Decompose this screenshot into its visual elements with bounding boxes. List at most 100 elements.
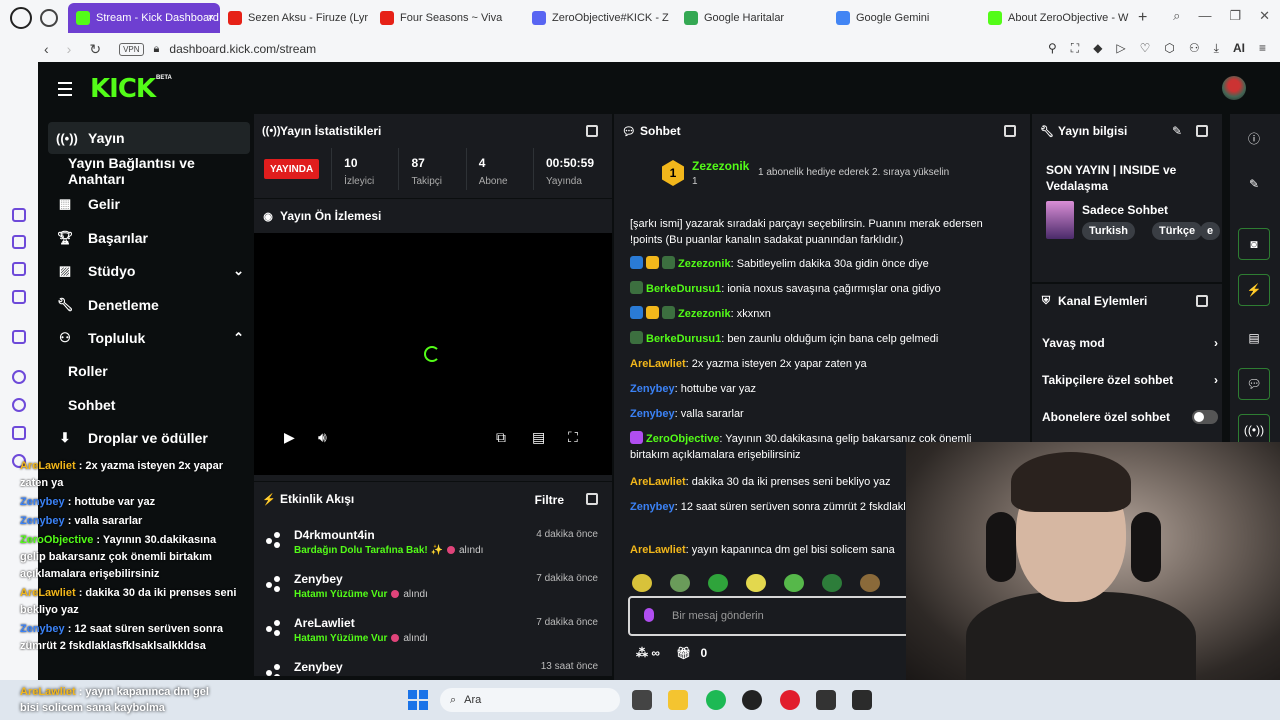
user-avatar[interactable] (1222, 76, 1246, 100)
feed-item[interactable]: Zenybey 7 dakika önce Hatamı Yüzüme Vur alı… (254, 568, 612, 612)
player-icon[interactable] (12, 370, 26, 384)
chat-username[interactable]: BerkeDurusu1 (646, 333, 721, 345)
new-tab-icon[interactable]: + (1138, 9, 1147, 27)
slow-mode-row[interactable]: Yavaş mod › (1042, 336, 1218, 350)
points-icon[interactable]: ⁂ ∞ (636, 646, 660, 660)
chat-username[interactable]: AreLawliet (630, 544, 686, 556)
nav-item[interactable]: ((•)) Yayın (48, 122, 250, 154)
theater-mode-icon[interactable]: ▤ (532, 429, 545, 446)
taskbar-search[interactable]: ⌕ Ara (440, 688, 620, 712)
nav-item[interactable]: ▦ Gelir (48, 188, 250, 220)
edit-icon[interactable]: ✎ (1172, 124, 1182, 138)
snapshot-icon[interactable]: ⛶ (1071, 41, 1079, 56)
chat-message[interactable]: Zenybey: hottube var yaz (630, 381, 1002, 397)
camera-icon[interactable]: ◙ (1238, 228, 1270, 260)
sidebar-app-icon[interactable] (12, 262, 26, 276)
emote-icon[interactable] (860, 574, 880, 592)
history-icon[interactable] (12, 398, 26, 412)
video-player[interactable]: ▶ 🔊︎ ⧉ ▤ ⛶ (254, 233, 612, 475)
feed-item[interactable]: Zenybey 13 saat önce (254, 656, 612, 676)
play-icon[interactable]: ▷ (1116, 41, 1125, 56)
browser-tab[interactable]: Google Haritalar (676, 3, 828, 33)
app-icon[interactable] (852, 690, 872, 710)
extensions-icon[interactable]: ⬡ (1164, 41, 1174, 56)
search-tabs-icon[interactable]: ⌕ (1173, 8, 1180, 24)
subscribers-only-toggle[interactable] (1192, 410, 1218, 424)
chat-message[interactable]: Zezezonik: xkxnxn (630, 306, 1002, 322)
shield-icon[interactable]: ◆ (1093, 41, 1102, 56)
nav-item[interactable]: 🔧︎ Denetleme (48, 289, 250, 321)
popout-icon[interactable] (586, 125, 598, 137)
popout-icon[interactable] (1196, 125, 1208, 137)
followers-only-row[interactable]: Takipçilere özel sohbet › (1042, 373, 1218, 387)
top-gifter-banner[interactable]: 1 Zezezonik 1 1 abonelik hediye ederek 2… (614, 148, 1018, 196)
browser-tab[interactable]: Sezen Aksu - Firuze (Lyr (220, 3, 372, 33)
heart-icon[interactable]: ♡ (1140, 41, 1151, 56)
emote-icon[interactable] (746, 574, 766, 592)
tag[interactable]: Türkçe (1152, 222, 1203, 240)
chat-username[interactable]: BerkeDurusu1 (646, 283, 721, 295)
chat-message[interactable]: Zenybey: valla sararlar (630, 406, 1002, 422)
emote-icon[interactable] (784, 574, 804, 592)
document-icon[interactable]: ▤ (1238, 322, 1270, 354)
twitch-icon[interactable] (12, 330, 26, 344)
chat-username[interactable]: Zenybey (630, 501, 675, 513)
lightning-icon[interactable]: ⚡ (1238, 274, 1270, 306)
volume-icon[interactable]: 🔊︎ (318, 429, 327, 446)
emote-icon[interactable] (822, 574, 842, 592)
feed-item[interactable]: D4rkmount4in 4 dakika önce Bardağın Dolu T… (254, 524, 612, 568)
app-icon[interactable] (742, 690, 762, 710)
vpn-badge[interactable]: VPN (119, 42, 144, 56)
browser-tab[interactable]: About ZeroObjective - W (980, 3, 1132, 33)
minimize-icon[interactable]: — (1198, 8, 1211, 24)
feed-user[interactable]: Zenybey (294, 572, 343, 586)
feed-user[interactable]: Zenybey (294, 660, 343, 674)
nav-item[interactable]: Roller (48, 355, 250, 387)
sidebar-app-icon[interactable] (12, 208, 26, 222)
chevron-up-icon[interactable]: ⌃ (233, 330, 244, 346)
nav-item[interactable]: Yayın Bağlantısı ve Anahtarı (48, 155, 250, 187)
kick-logo[interactable]: KICK (90, 74, 156, 104)
sidebar-app-icon[interactable] (12, 235, 26, 249)
opera-icon[interactable] (780, 690, 800, 710)
lock-icon[interactable]: 🔒︎ (154, 43, 160, 56)
popout-icon[interactable] (1196, 295, 1208, 307)
opera-logo-icon[interactable] (10, 7, 32, 29)
info-icon[interactable]: ⓘ (1238, 122, 1270, 154)
sidebar-app-icon[interactable] (12, 290, 26, 304)
emote-icon[interactable] (670, 574, 690, 592)
chat-username[interactable]: ZeroObjective (646, 433, 719, 445)
chat-username[interactable]: Zenybey (630, 408, 675, 420)
chat-message[interactable]: BerkeDurusu1: ben zaunlu olduğum için ba… (630, 331, 1002, 347)
feed-user[interactable]: D4rkmount4in (294, 528, 375, 542)
chat-message[interactable]: Zezezonik: Sabitleyelim dakika 30a gidin… (630, 256, 1002, 272)
menu-icon[interactable]: ≡ (1259, 41, 1266, 56)
spotify-icon[interactable] (706, 690, 726, 710)
chevron-down-icon[interactable]: ⌄ (233, 263, 244, 279)
start-icon[interactable] (408, 690, 428, 710)
chat-message[interactable]: AreLawliet: 2x yazma isteyen 2x yapar za… (630, 356, 1002, 372)
browser-tab[interactable]: Four Seasons ~ Viva (372, 3, 524, 33)
tag[interactable]: e (1200, 222, 1221, 240)
chat-message[interactable]: BerkeDurusu1: ionia noxus savaşına çağır… (630, 281, 1002, 297)
chat-username[interactable]: Zezezonik (678, 258, 731, 270)
gifter-name[interactable]: Zezezonik (692, 159, 749, 173)
chat-message[interactable]: [şarkı ismi] yazarak sıradaki parçayı se… (630, 216, 1002, 248)
hamburger-menu-icon[interactable] (58, 82, 72, 100)
profile-icon[interactable]: ⚇ (1189, 41, 1200, 56)
popout-icon[interactable] (1004, 125, 1016, 137)
url-field[interactable]: dashboard.kick.com/stream (169, 42, 316, 56)
chat-username[interactable]: AreLawliet (630, 358, 686, 370)
browser-tab[interactable]: ZeroObjective#KICK - Z (524, 3, 676, 33)
browser-tab[interactable]: Google Gemini (828, 3, 980, 33)
obs-icon[interactable] (816, 690, 836, 710)
nav-item[interactable]: ⬇ Droplar ve ödüller (48, 422, 250, 454)
close-window-icon[interactable]: ✕ (1259, 8, 1270, 24)
fullscreen-icon[interactable]: ⛶ (568, 429, 578, 446)
category-name[interactable]: Sadece Sohbet (1082, 203, 1168, 217)
close-tab-icon[interactable]: × (208, 12, 214, 24)
pin-icon[interactable]: ⚲ (1048, 41, 1057, 56)
gift-icon[interactable]: 🎁︎ 0 (676, 646, 707, 660)
nav-item[interactable]: ⚇ Topluluk ⌃ (48, 322, 250, 354)
reload-icon[interactable]: ↻ (89, 41, 101, 58)
